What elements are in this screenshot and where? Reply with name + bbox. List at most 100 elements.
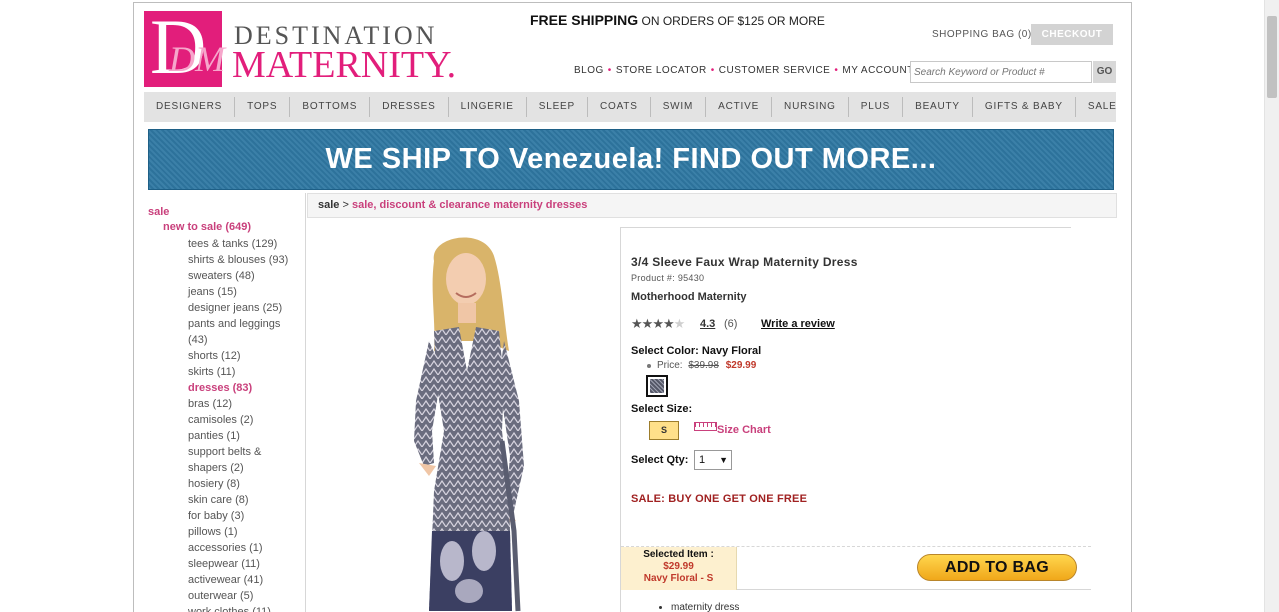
main-nav: DESIGNERS TOPS BOTTOMS DRESSES LINGERIE … xyxy=(144,92,1116,122)
nav-bottoms[interactable]: BOTTOMS xyxy=(290,97,371,117)
nav-designers[interactable]: DESIGNERS xyxy=(144,97,236,117)
selected-item-box: Selected Item : $29.99 Navy Floral - S xyxy=(621,547,737,590)
sidebar-category-item[interactable]: designer jeans (25) xyxy=(188,300,300,316)
selected-item-label: Selected Item : xyxy=(643,549,714,560)
feature-item: maternity dress xyxy=(671,602,739,612)
rating-value-link[interactable]: 4.3 xyxy=(700,318,715,330)
promo-rest: ON ORDERS OF $125 OR MORE xyxy=(641,14,825,28)
nav-swim[interactable]: SWIM xyxy=(651,97,707,117)
sidebar-category-item[interactable]: tees & tanks (129) xyxy=(188,236,300,252)
category-sidebar: sale new to sale (649) tees & tanks (129… xyxy=(144,193,306,612)
star-icon: ★ xyxy=(673,316,686,331)
scrollbar-thumb[interactable] xyxy=(1267,16,1277,98)
breadcrumb-root[interactable]: sale xyxy=(318,199,339,211)
link-separator: • xyxy=(607,65,612,76)
sidebar-category-item[interactable]: outerwear (5) xyxy=(188,588,300,604)
my-account-link[interactable]: MY ACCOUNT xyxy=(842,65,914,76)
quantity-select[interactable]: 1 ▼ xyxy=(694,450,732,470)
nav-tops[interactable]: TOPS xyxy=(235,97,291,117)
sidebar-category-item[interactable]: activewear (41) xyxy=(188,572,300,588)
product-photo-illustration xyxy=(414,237,524,612)
select-size-label: Select Size: xyxy=(631,403,693,415)
blog-link[interactable]: BLOG xyxy=(574,65,604,76)
sidebar-category-item[interactable]: pants and leggings (43) xyxy=(188,316,300,348)
nav-dresses[interactable]: DRESSES xyxy=(370,97,449,117)
utility-links: BLOG • STORE LOCATOR • CUSTOMER SERVICE • MY A… xyxy=(574,65,926,76)
size-chart-link[interactable]: Size Chart xyxy=(694,422,771,436)
add-to-bag-button[interactable]: ADD TO BAG xyxy=(917,554,1077,581)
page-scrollbar[interactable] xyxy=(1264,0,1279,612)
sidebar-category-item[interactable]: skirts (11) xyxy=(188,364,300,380)
ruler-icon xyxy=(694,422,717,431)
nav-nursing[interactable]: NURSING xyxy=(772,97,849,117)
shopping-bag-link[interactable]: SHOPPING BAG (0) xyxy=(932,29,1032,40)
size-option-s[interactable]: S xyxy=(649,421,679,440)
nav-sleep[interactable]: SLEEP xyxy=(527,97,588,117)
sidebar-sale-link[interactable]: sale xyxy=(148,206,169,218)
write-review-link[interactable]: Write a review xyxy=(761,318,835,330)
color-swatch-navy-floral[interactable] xyxy=(646,375,668,397)
nav-coats[interactable]: COATS xyxy=(588,97,651,117)
select-color-label: Select Color: Navy Floral xyxy=(631,345,762,357)
breadcrumb-separator: > xyxy=(342,199,349,211)
checkout-button[interactable]: CHECKOUT xyxy=(1031,24,1113,45)
sidebar-category-item[interactable]: hosiery (8) xyxy=(188,476,300,492)
review-count: (6) xyxy=(724,318,738,330)
bogo-promo: SALE: BUY ONE GET ONE FREE xyxy=(631,493,808,505)
sidebar-category-item[interactable]: skin care (8) xyxy=(188,492,300,508)
star-icon: ★ xyxy=(652,316,664,331)
selected-item-desc: Navy Floral - S xyxy=(643,573,714,584)
sidebar-category-item[interactable]: sweaters (48) xyxy=(188,268,300,284)
sidebar-category-item[interactable]: dresses (83) xyxy=(188,380,300,396)
original-price: $39.98 xyxy=(688,360,719,371)
bullet-icon xyxy=(647,364,651,368)
page-container: D DM DESTINATION MATERNITY. FREE SHIPPIN… xyxy=(133,2,1132,612)
nav-plus[interactable]: PLUS xyxy=(849,97,904,117)
product-info-panel: 3/4 Sleeve Faux Wrap Maternity Dress Pro… xyxy=(620,227,1116,612)
sidebar-category-item[interactable]: for baby (3) xyxy=(188,508,300,524)
add-to-bag-row: Selected Item : $29.99 Navy Floral - S A… xyxy=(621,546,1091,590)
sidebar-category-item[interactable]: accessories (1) xyxy=(188,540,300,556)
sidebar-category-item[interactable]: shirts & blouses (93) xyxy=(188,252,300,268)
destination-maternity-logo[interactable]: D DM DESTINATION MATERNITY. xyxy=(144,7,464,89)
sidebar-category-item[interactable]: pillows (1) xyxy=(188,524,300,540)
price-row: Price: $39.98 $29.99 xyxy=(647,360,756,371)
shipping-banner[interactable]: WE SHIP TO Venezuela! FIND OUT MORE... xyxy=(148,129,1114,190)
sidebar-category-item[interactable]: jeans (15) xyxy=(188,284,300,300)
promo-bold: FREE SHIPPING xyxy=(530,12,639,28)
sidebar-new-to-sale-link[interactable]: new to sale (649) xyxy=(163,221,251,233)
logo-mark: D DM xyxy=(144,7,225,87)
sidebar-category-item[interactable]: bras (12) xyxy=(188,396,300,412)
nav-lingerie[interactable]: LINGERIE xyxy=(449,97,527,117)
sidebar-category-item[interactable]: support belts & shapers (2) xyxy=(188,444,300,476)
dropdown-arrow-icon: ▼ xyxy=(719,455,728,465)
rating-stars: ★★★★★ xyxy=(631,316,686,332)
nav-sale[interactable]: SALE xyxy=(1076,97,1129,117)
nav-beauty[interactable]: BEAUTY xyxy=(903,97,973,117)
star-icon: ★ xyxy=(641,316,654,331)
store-locator-link[interactable]: STORE LOCATOR xyxy=(616,65,707,76)
product-number: Product #: 95430 xyxy=(631,273,705,283)
sidebar-category-item[interactable]: panties (1) xyxy=(188,428,300,444)
search-input[interactable] xyxy=(910,61,1092,83)
size-chart-label: Size Chart xyxy=(717,424,771,436)
link-separator: • xyxy=(710,65,715,76)
product-image[interactable] xyxy=(334,231,604,612)
select-qty-label: Select Qty: xyxy=(631,454,689,466)
sidebar-category-item[interactable]: shorts (12) xyxy=(188,348,300,364)
search-go-button[interactable]: GO xyxy=(1093,61,1116,83)
sidebar-category-item[interactable]: sleepwear (11) xyxy=(188,556,300,572)
sidebar-category-list: tees & tanks (129) shirts & blouses (93) s… xyxy=(188,236,300,612)
nav-gifts-baby[interactable]: GIFTS & BABY xyxy=(973,97,1076,117)
customer-service-link[interactable]: CUSTOMER SERVICE xyxy=(719,65,831,76)
price-label: Price: xyxy=(657,360,683,371)
breadcrumb-current[interactable]: sale, discount & clearance maternity dre… xyxy=(352,199,587,211)
info-divider xyxy=(621,227,1071,228)
product-title: 3/4 Sleeve Faux Wrap Maternity Dress xyxy=(631,255,858,269)
quantity-value: 1 xyxy=(699,454,706,466)
nav-active[interactable]: ACTIVE xyxy=(706,97,773,117)
logo-mark-monogram: DM xyxy=(169,39,225,79)
sidebar-category-item[interactable]: work clothes (11) xyxy=(188,604,300,612)
product-brand: Motherhood Maternity xyxy=(631,291,747,303)
sidebar-category-item[interactable]: camisoles (2) xyxy=(188,412,300,428)
